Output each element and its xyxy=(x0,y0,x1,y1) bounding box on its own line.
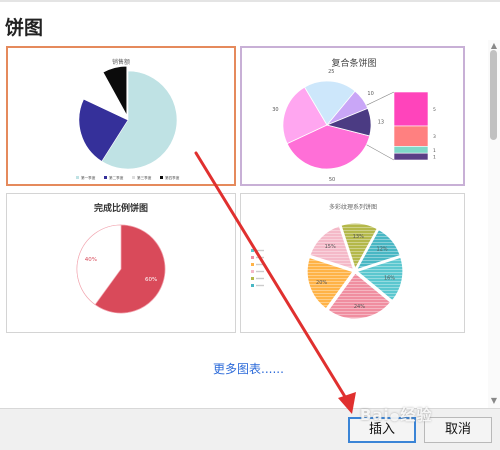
data-label: 50 xyxy=(329,177,335,183)
legend-text-placeholder xyxy=(256,270,264,273)
data-label: 10 xyxy=(367,91,373,97)
legend-swatch xyxy=(251,284,254,287)
chart-legend-stub xyxy=(251,249,264,287)
data-label: 1 xyxy=(433,148,436,154)
legend-label: 第一季度 xyxy=(81,175,96,180)
legend-swatch xyxy=(251,277,254,280)
pie-slices xyxy=(78,65,178,170)
more-charts-link[interactable]: 更多图表...... xyxy=(213,360,284,377)
chart-title: 完成比例饼图 xyxy=(94,202,148,214)
pie-slices: 60% 40% xyxy=(76,224,166,314)
pie-chart-textured: 多彩纹理系列饼图 16% 24% 20% 15% 13% 12% xyxy=(251,203,404,320)
pie-chart-sales: 销售额 第一季度 第二季度 第三季度 第四季度 xyxy=(76,58,180,180)
legend-swatch xyxy=(251,270,254,273)
pie-chart-completion: 完成比例饼图 60% 40% xyxy=(76,202,166,314)
legend-label: 第四季度 xyxy=(165,175,180,180)
top-divider xyxy=(0,0,500,2)
stacked-bar: 5 3 11 xyxy=(366,91,436,161)
legend-text-placeholder xyxy=(256,284,264,287)
legend-text-placeholder xyxy=(256,277,264,280)
chart-title: 销售额 xyxy=(112,58,130,66)
data-label: 5 xyxy=(433,107,436,113)
legend-swatch xyxy=(104,176,107,179)
connector-line xyxy=(366,144,395,161)
data-label: 24% xyxy=(354,304,365,310)
chart-title: 复合条饼图 xyxy=(331,57,376,69)
legend-swatch xyxy=(76,176,79,179)
legend-text-placeholder xyxy=(256,263,264,266)
chart-card-bar-of-pie[interactable]: 复合条饼图 50 30 25 10 13 5 3 11 xyxy=(240,46,465,186)
data-label: 13% xyxy=(353,234,364,240)
bar-segment xyxy=(393,125,429,147)
legend-label: 第三季度 xyxy=(137,175,152,180)
data-label: 15% xyxy=(325,244,336,250)
legend-swatch xyxy=(251,256,254,259)
data-label: 60% xyxy=(145,277,157,283)
legend-label: 第二季度 xyxy=(109,175,124,180)
data-label: 12% xyxy=(377,247,388,253)
section-title: 饼图 xyxy=(5,17,44,39)
data-label: 13 xyxy=(378,119,384,125)
data-label: 40% xyxy=(85,257,97,263)
chart-title: 多彩纹理系列饼图 xyxy=(329,203,377,211)
legend-text-placeholder xyxy=(256,256,264,259)
scrollbar-thumb[interactable] xyxy=(490,50,497,140)
bar-segment xyxy=(393,152,429,161)
bar-segment xyxy=(393,146,429,154)
data-label: 20% xyxy=(316,280,327,286)
cancel-button[interactable]: 取消 xyxy=(424,417,492,443)
legend-swatch xyxy=(160,176,163,179)
legend-swatch xyxy=(251,263,254,266)
chart-card-sales[interactable]: 销售额 第一季度 第二季度 第三季度 第四季度 xyxy=(6,46,236,186)
pie-chart-bar-of-pie: 复合条饼图 50 30 25 10 13 5 3 11 xyxy=(272,57,436,183)
data-label: 25 xyxy=(328,69,334,75)
data-label: 3 xyxy=(433,134,436,140)
legend-swatch xyxy=(132,176,135,179)
scroll-down-icon[interactable]: ▼ xyxy=(488,395,500,407)
data-label: 1 xyxy=(433,155,436,161)
data-label: 30 xyxy=(272,107,278,113)
pie-slices: 50 30 25 10 13 xyxy=(272,69,384,183)
chart-legend: 第一季度 第二季度 第三季度 第四季度 xyxy=(76,175,180,180)
chart-card-textured[interactable]: 多彩纹理系列饼图 16% 24% 20% 15% 13% 12% xyxy=(240,193,465,333)
pie-slices: 16% 24% 20% 15% 13% 12% xyxy=(306,222,404,320)
bar-segment xyxy=(393,91,429,127)
chart-card-completion[interactable]: 完成比例饼图 60% 40% xyxy=(6,193,236,333)
legend-text-placeholder xyxy=(256,249,264,252)
legend-swatch xyxy=(251,249,254,252)
data-label: 16% xyxy=(384,276,395,282)
watermark-logo: Bai●经验 xyxy=(360,406,433,424)
